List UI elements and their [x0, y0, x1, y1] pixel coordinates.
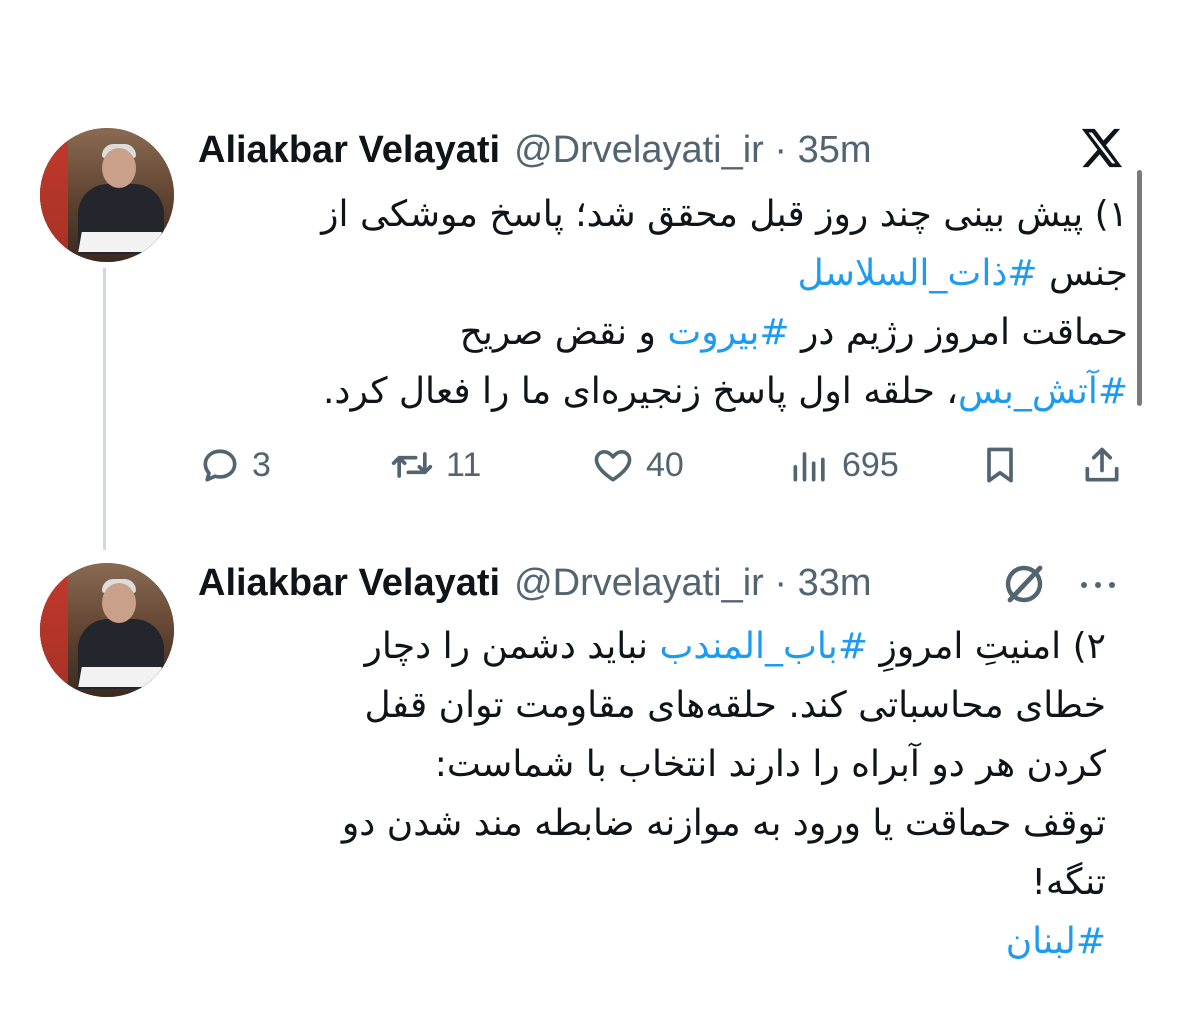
tweet-header: Aliakbar Velayati @Drvelayati_ir · 33m: [198, 558, 872, 608]
comment-icon: [203, 449, 237, 482]
tweet-text-segment: خطای محاسباتی کند. حلقه‌های مقاومت توان …: [364, 685, 1106, 726]
tweet-text-line: جنس #ذات_السلاسل: [198, 244, 1128, 303]
share-icon: [1085, 447, 1119, 482]
tweet-text-segment: ۲) امنیتِ امروزِ: [868, 626, 1106, 667]
tweet-text: ۱) پیش بینی چند روز قبل محقق شد؛ پاسخ مو…: [198, 185, 1128, 421]
thread-connector-line: [103, 268, 106, 550]
repost-count: 11: [446, 445, 482, 484]
tweet-text-segment: و نقض صریح: [459, 312, 668, 353]
share-button[interactable]: [1080, 440, 1124, 490]
avatar[interactable]: [40, 563, 174, 697]
scrollbar[interactable]: [1137, 170, 1142, 406]
bookmark-button[interactable]: [978, 440, 1022, 490]
tweet-text-segment: جنس: [1037, 253, 1128, 294]
more-icon[interactable]: [1076, 575, 1120, 595]
hashtag-link[interactable]: #باب_المندب: [660, 626, 868, 667]
tweet-text-segment: حماقت امروز رژیم در: [789, 312, 1128, 353]
tweet-text-segment: ۱) پیش بینی چند روز قبل محقق شد؛ پاسخ مو…: [321, 194, 1128, 235]
tweet-actions: 3 11 40 695: [198, 440, 1124, 490]
repost-icon: [391, 452, 433, 478]
reply-button[interactable]: 3: [198, 440, 271, 490]
like-button[interactable]: 40: [590, 440, 684, 490]
hashtag-link[interactable]: #لبنان: [1006, 921, 1106, 962]
avatar[interactable]: [40, 128, 174, 262]
grok-icon[interactable]: [1000, 560, 1048, 608]
bookmark-icon: [987, 447, 1013, 483]
reply-count: 3: [252, 445, 271, 484]
tweet-header: Aliakbar Velayati @Drvelayati_ir · 35m: [198, 125, 872, 175]
views-button[interactable]: 695: [788, 440, 899, 490]
tweet-text-line: حماقت امروز رژیم در #بیروت و نقض صریح: [198, 303, 1128, 362]
tweet-text-segment: توقف حماقت یا ورود به موازنه ضابطه مند ش…: [341, 803, 1106, 844]
author-handle-time[interactable]: @Drvelayati_ir · 35m: [514, 129, 871, 172]
hashtag-link[interactable]: #بیروت: [667, 312, 789, 353]
tweet-text-segment: ، حلقه اول پاسخ زنجیره‌ای ما را فعال کرد…: [322, 371, 958, 412]
author-handle-time[interactable]: @Drvelayati_ir · 33m: [514, 562, 871, 605]
tweet-text-line: #آتش_بس، حلقه اول پاسخ زنجیره‌ای ما را ف…: [198, 362, 1128, 421]
hashtag-link[interactable]: #آتش_بس: [958, 371, 1128, 412]
tweet-text-segment: تنگه!: [1031, 862, 1107, 903]
tweet-text-line: تنگه!: [198, 853, 1107, 912]
views-icon: [793, 452, 825, 482]
x-logo-icon: [1081, 128, 1123, 168]
hashtag-link[interactable]: #ذات_السلاسل: [797, 253, 1037, 294]
like-count: 40: [646, 445, 684, 484]
author-name[interactable]: Aliakbar Velayati: [198, 129, 500, 172]
tweet-text-line: خطای محاسباتی کند. حلقه‌های مقاومت توان …: [198, 676, 1106, 735]
tweet-text-line: #لبنان: [198, 912, 1106, 971]
tweet-text-line: ۱) پیش بینی چند روز قبل محقق شد؛ پاسخ مو…: [198, 185, 1128, 244]
view-count: 695: [842, 445, 899, 484]
tweet-text-line: ۲) امنیتِ امروزِ #باب_المندب نباید دشمن …: [198, 617, 1106, 676]
heart-icon: [594, 449, 632, 482]
tweet-text-line: کردن هر دو آبراه را دارند انتخاب با شماس…: [198, 735, 1106, 794]
tweet-text-segment: کردن هر دو آبراه را دارند انتخاب با شماس…: [434, 744, 1106, 785]
tweet-text-segment: نباید دشمن را دچار: [364, 626, 660, 667]
repost-button[interactable]: 11: [388, 440, 481, 490]
author-name[interactable]: Aliakbar Velayati: [198, 562, 500, 605]
tweet-text: ۲) امنیتِ امروزِ #باب_المندب نباید دشمن …: [198, 617, 1106, 971]
tweet-text-line: توقف حماقت یا ورود به موازنه ضابطه مند ش…: [198, 794, 1106, 853]
